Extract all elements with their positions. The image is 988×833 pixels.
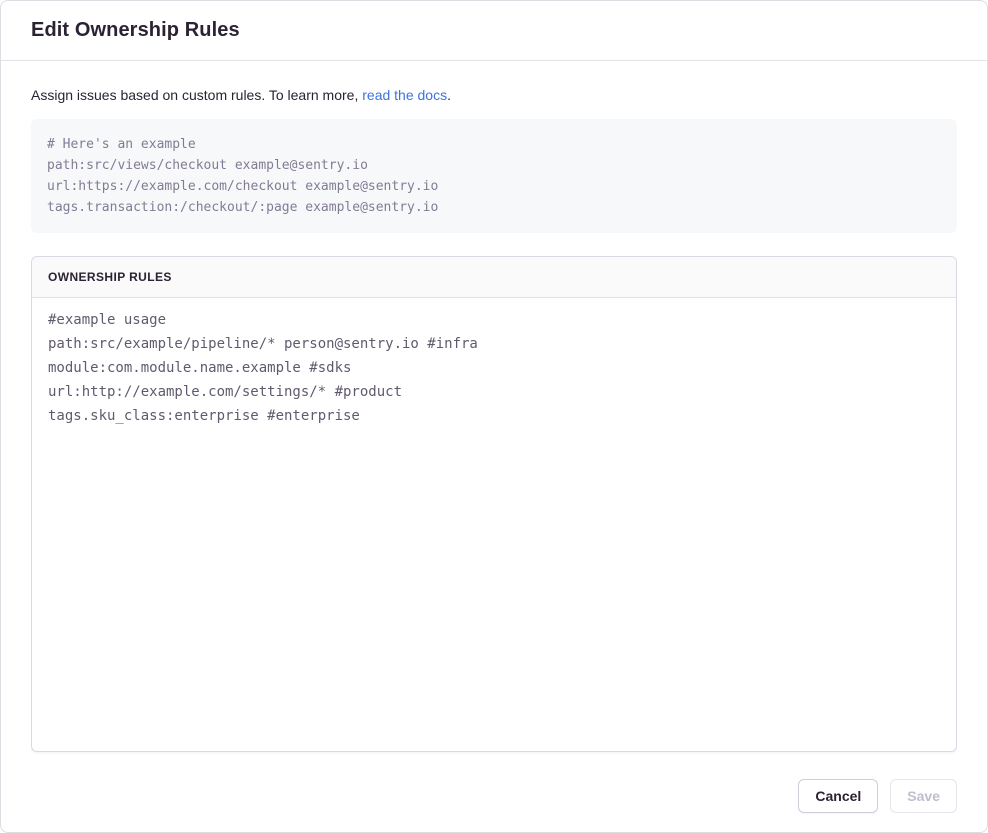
example-line: tags.transaction:/checkout/:page example… [47,197,941,218]
modal-body: Assign issues based on custom rules. To … [1,61,987,752]
description-after-link: . [447,87,451,103]
example-line: url:https://example.com/checkout example… [47,176,941,197]
ownership-rules-panel: OWNERSHIP RULES #example usage path:src/… [31,256,957,752]
example-line: # Here's an example [47,134,941,155]
example-line: path:src/views/checkout example@sentry.i… [47,155,941,176]
modal-footer: Cancel Save [1,752,987,833]
read-the-docs-link[interactable]: read the docs [362,87,447,103]
cancel-button[interactable]: Cancel [798,779,878,813]
modal-header: Edit Ownership Rules [1,1,987,61]
ownership-rules-panel-header: OWNERSHIP RULES [32,257,956,298]
save-button[interactable]: Save [890,779,957,813]
modal-title: Edit Ownership Rules [31,19,957,42]
description-text: Assign issues based on custom rules. To … [31,85,957,105]
ownership-rules-textarea[interactable]: #example usage path:src/example/pipeline… [32,298,956,751]
example-rules-block: # Here's an examplepath:src/views/checko… [31,119,957,233]
edit-ownership-rules-modal: Edit Ownership Rules Assign issues based… [0,0,988,833]
description-before-link: Assign issues based on custom rules. To … [31,87,362,103]
